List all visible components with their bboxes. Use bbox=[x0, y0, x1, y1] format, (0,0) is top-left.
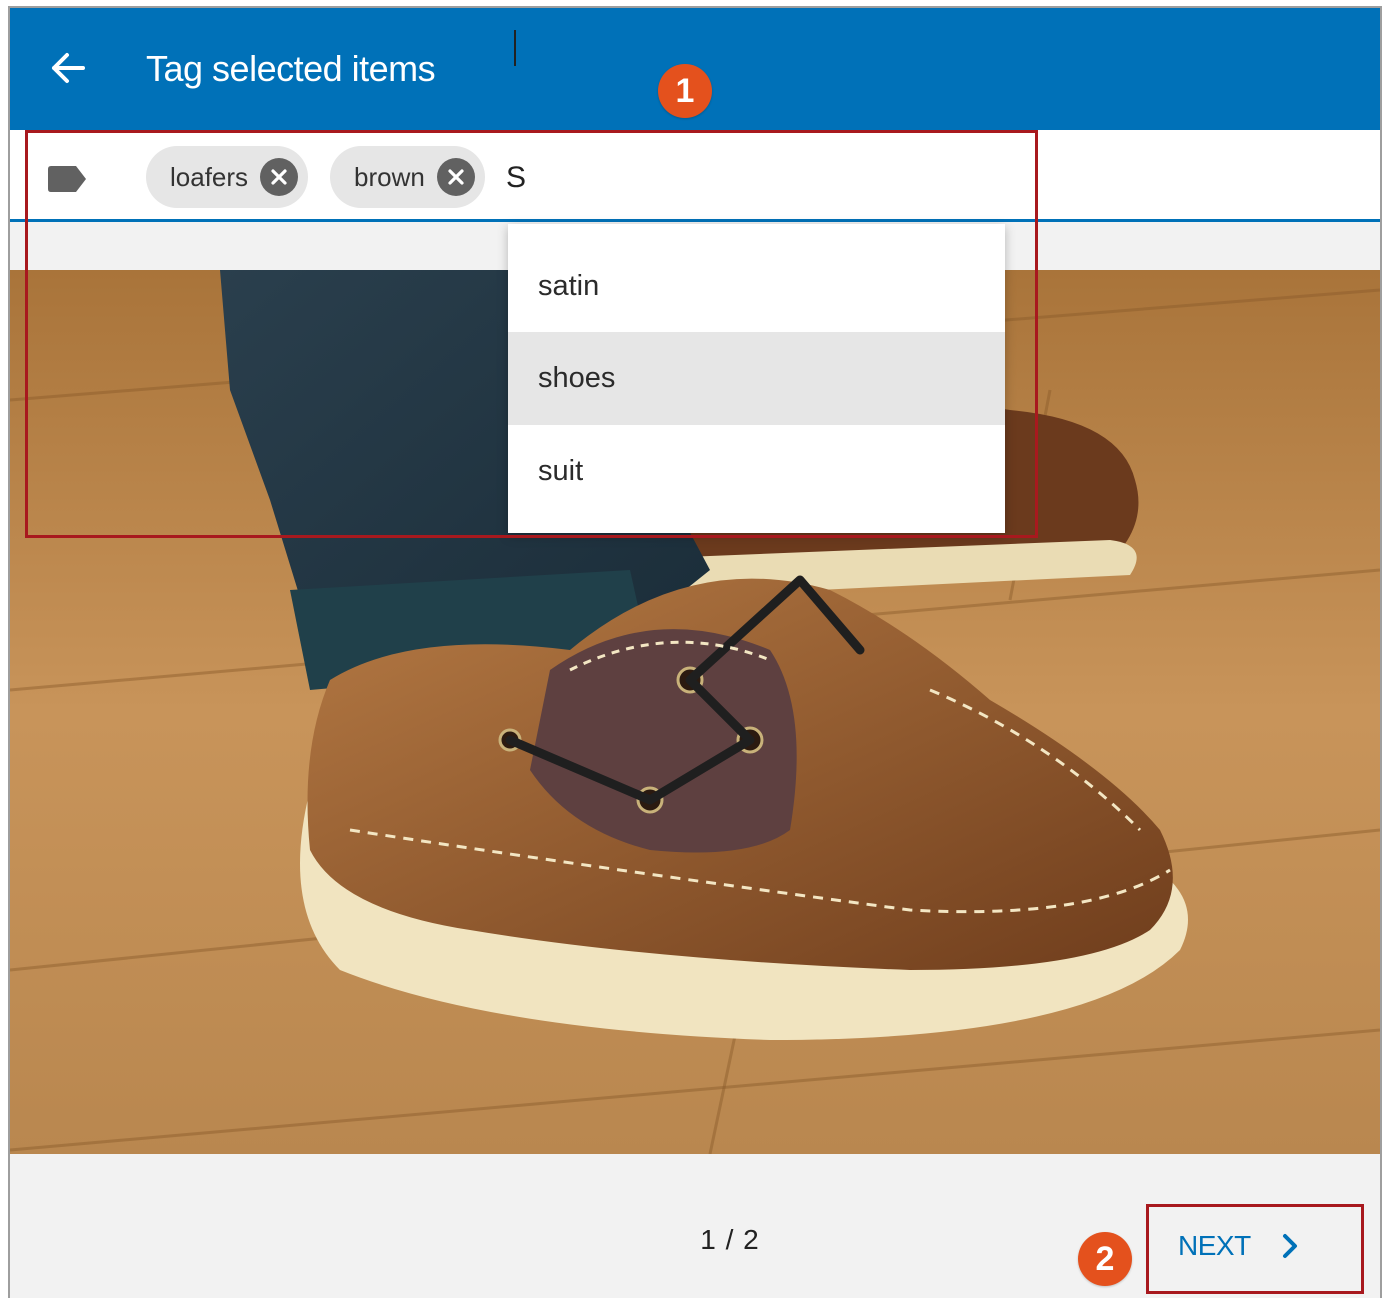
tag-chip-loafers: loafers bbox=[146, 146, 309, 208]
suggestion-item-shoes[interactable]: shoes bbox=[508, 332, 1005, 425]
suggestion-item-suit[interactable]: suit bbox=[508, 425, 1005, 518]
back-button[interactable] bbox=[46, 46, 90, 90]
close-circle-icon[interactable] bbox=[436, 158, 475, 196]
tag-suggestions-dropdown: satin shoes suit bbox=[508, 224, 1005, 533]
annotation-badge-2: 2 bbox=[1078, 1232, 1132, 1286]
text-caret bbox=[514, 30, 516, 66]
suggestion-item-satin[interactable]: satin bbox=[508, 224, 1005, 332]
tag-input-bar: loafers brown bbox=[10, 130, 1380, 222]
page-title: Tag selected items bbox=[146, 48, 436, 89]
page-indicator: 1 / 2 bbox=[700, 1224, 760, 1255]
close-circle-icon[interactable] bbox=[260, 158, 299, 196]
label-icon bbox=[48, 166, 86, 192]
chevron-right-icon bbox=[1282, 1234, 1297, 1258]
tag-search-input[interactable] bbox=[504, 150, 1006, 206]
app-window: Tag selected items loafers brown S 1 / 2… bbox=[8, 6, 1382, 1298]
annotation-badge-1: 1 bbox=[658, 64, 712, 118]
chip-label: brown bbox=[354, 161, 425, 192]
next-button[interactable]: NEXT bbox=[1178, 1222, 1299, 1270]
next-label: NEXT bbox=[1178, 1230, 1251, 1261]
footer-bar: 1 / 2 NEXT bbox=[10, 1196, 1380, 1298]
chip-label: loafers bbox=[170, 161, 249, 192]
arrow-left-icon bbox=[52, 53, 85, 83]
tag-chip-brown: brown bbox=[330, 146, 485, 208]
